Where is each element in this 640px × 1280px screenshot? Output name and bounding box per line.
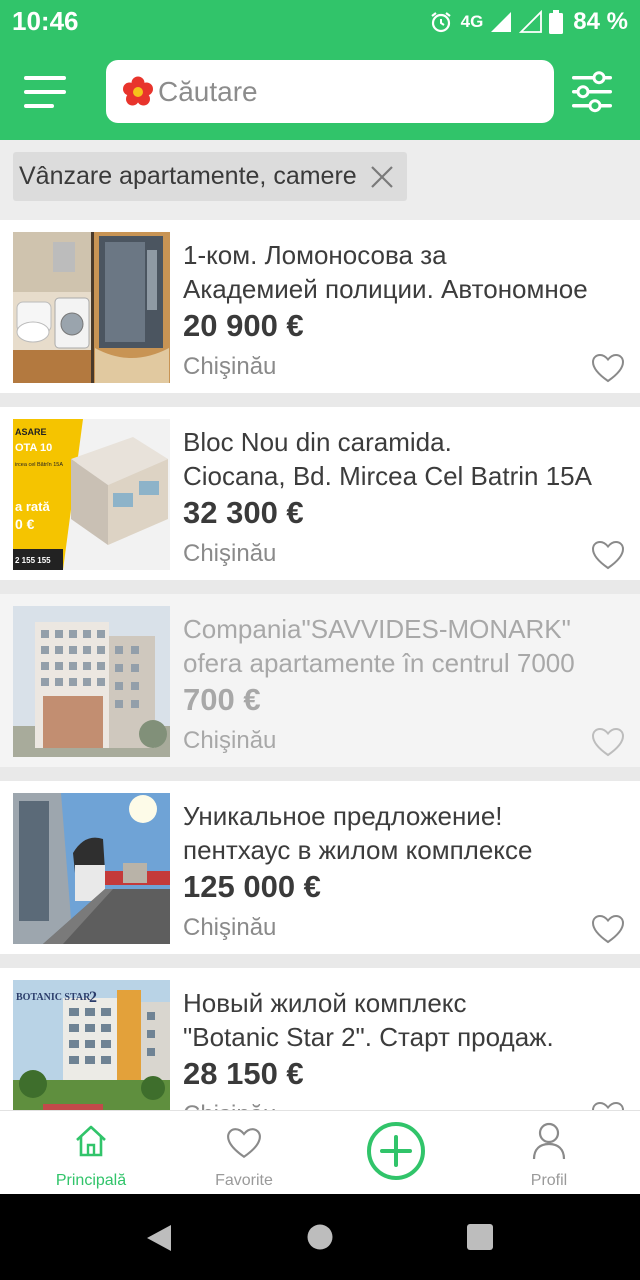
heart-icon[interactable]	[591, 914, 625, 944]
listing-photo-penthouse-terrace	[13, 793, 170, 944]
listing-card[interactable]: 1-ком. Ломоносова за Академией полиции. …	[0, 220, 640, 393]
listing-card[interactable]: ASARE OTA 10 ircea cel Bătrîn 15A a rată…	[0, 407, 640, 580]
heart-icon	[227, 1128, 261, 1159]
listing-title-line2: пентхаус в жилом комплексе	[183, 835, 533, 865]
back-icon[interactable]	[145, 1223, 173, 1253]
listing-title: 1-ком. Ломоносова за Академией полиции. …	[183, 238, 593, 306]
listing-price: 700 €	[183, 682, 261, 717]
listing-title-line2: "Botanic Star 2". Старт продаж.	[183, 1022, 554, 1052]
listing-title-line1: Новый жилой комплекс	[183, 988, 467, 1018]
hamburger-icon	[24, 76, 66, 108]
filter-chip-row: Vânzare apartamente, camere	[0, 140, 640, 220]
battery-icon	[549, 10, 564, 34]
listing-title-line2: ofera apartamente în centrul 7000	[183, 648, 575, 678]
battery-percent: 84 %	[573, 8, 628, 35]
listing-photo-bathroom	[13, 232, 170, 383]
recents-icon[interactable]	[466, 1223, 494, 1251]
heart-icon[interactable]	[591, 727, 625, 757]
listing-card[interactable]: Compania"SAVVIDES-MONARK" ofera apartame…	[0, 594, 640, 767]
nav-home-label: Principală	[55, 1172, 127, 1189]
home-icon	[76, 1125, 106, 1157]
listing-photo-floorplan: ASARE OTA 10 ircea cel Bătrîn 15A a rată…	[13, 419, 170, 570]
nav-favorites-label: Favorite	[215, 1172, 273, 1189]
botanic-logo-number: 2	[89, 989, 97, 1006]
search-input[interactable]	[158, 75, 538, 108]
listing-title-line1: Bloc Nou din caramida.	[183, 427, 452, 457]
add-listing-button[interactable]	[366, 1121, 426, 1181]
listing-photo-residential-complex: BOTANIC STAR 2	[13, 980, 170, 1131]
search-box[interactable]	[106, 60, 554, 123]
plus-circle-icon	[367, 1122, 425, 1180]
listing-title-line2: Ciocana, Bd. Mircea Cel Batrin 15A	[183, 461, 592, 491]
nav-favorites[interactable]: Favorite	[184, 1111, 304, 1195]
category-filter-chip[interactable]: Vânzare apartamente, camere	[13, 152, 407, 201]
listing-price: 32 300 €	[183, 495, 304, 530]
listing-city: Chişinău	[183, 727, 277, 754]
status-time: 10:46	[12, 6, 79, 36]
chip-label: Vânzare apartamente, camere	[19, 162, 357, 190]
nav-profile[interactable]: Profil	[489, 1111, 609, 1195]
listing-city: Chişinău	[183, 353, 277, 380]
listing-title: Bloc Nou din caramida. Ciocana, Bd. Mirc…	[183, 425, 593, 493]
user-icon	[532, 1122, 566, 1160]
promo-text-rata: a rată	[15, 499, 50, 514]
promo-text-mid: OTA 10	[15, 442, 52, 454]
flower-logo-icon	[123, 76, 153, 105]
filter-settings-button[interactable]	[570, 70, 614, 114]
status-bar: 10:46 4G 84 %	[0, 0, 640, 44]
listing-city: Chişinău	[183, 914, 277, 941]
sliders-icon	[572, 71, 612, 113]
nav-profile-label: Profil	[530, 1172, 568, 1189]
promo-text-euro: 0 €	[15, 516, 35, 532]
home-circle-icon[interactable]	[306, 1223, 334, 1251]
listing-title: Уникальное предложение! пентхаус в жилом…	[183, 799, 593, 867]
alarm-icon	[430, 12, 451, 33]
listing-title-line1: Compania"SAVVIDES-MONARK"	[183, 614, 571, 644]
promo-text-top: ASARE	[15, 427, 47, 437]
signal-icon	[491, 12, 512, 32]
listing-price: 125 000 €	[183, 869, 321, 904]
promo-text-phone: 2 155 155	[15, 556, 51, 565]
close-icon[interactable]	[369, 164, 395, 190]
network-type: 4G	[460, 12, 484, 31]
listing-title-line1: 1-ком. Ломоносова за	[183, 240, 447, 270]
menu-button[interactable]	[24, 72, 68, 112]
listing-title-line1: Уникальное предложение!	[183, 801, 503, 831]
promo-text-addr: ircea cel Bătrîn 15A	[15, 462, 63, 468]
bottom-navigation: Principală Favorite Profil	[0, 1110, 640, 1194]
app-bar	[0, 44, 640, 140]
listing-card[interactable]: Уникальное предложение! пентхаус в жилом…	[0, 781, 640, 954]
listing-price: 28 150 €	[183, 1056, 304, 1091]
heart-icon[interactable]	[591, 353, 625, 383]
listing-title: Новый жилой комплекс "Botanic Star 2". С…	[183, 986, 593, 1054]
system-navigation-bar	[0, 1194, 640, 1280]
listing-title: Compania"SAVVIDES-MONARK" ofera apartame…	[183, 612, 593, 680]
status-icons: 4G 84 %	[429, 6, 628, 38]
listing-price: 20 900 €	[183, 308, 304, 343]
botanic-logo-text: BOTANIC STAR	[16, 992, 91, 1003]
heart-icon[interactable]	[591, 540, 625, 570]
nav-home[interactable]: Principală	[31, 1111, 151, 1195]
listing-photo-building	[13, 606, 170, 757]
listing-city: Chişinău	[183, 540, 277, 567]
signal-empty-icon	[519, 10, 543, 33]
listing-title-line2: Академией полиции. Автономное	[183, 274, 588, 304]
